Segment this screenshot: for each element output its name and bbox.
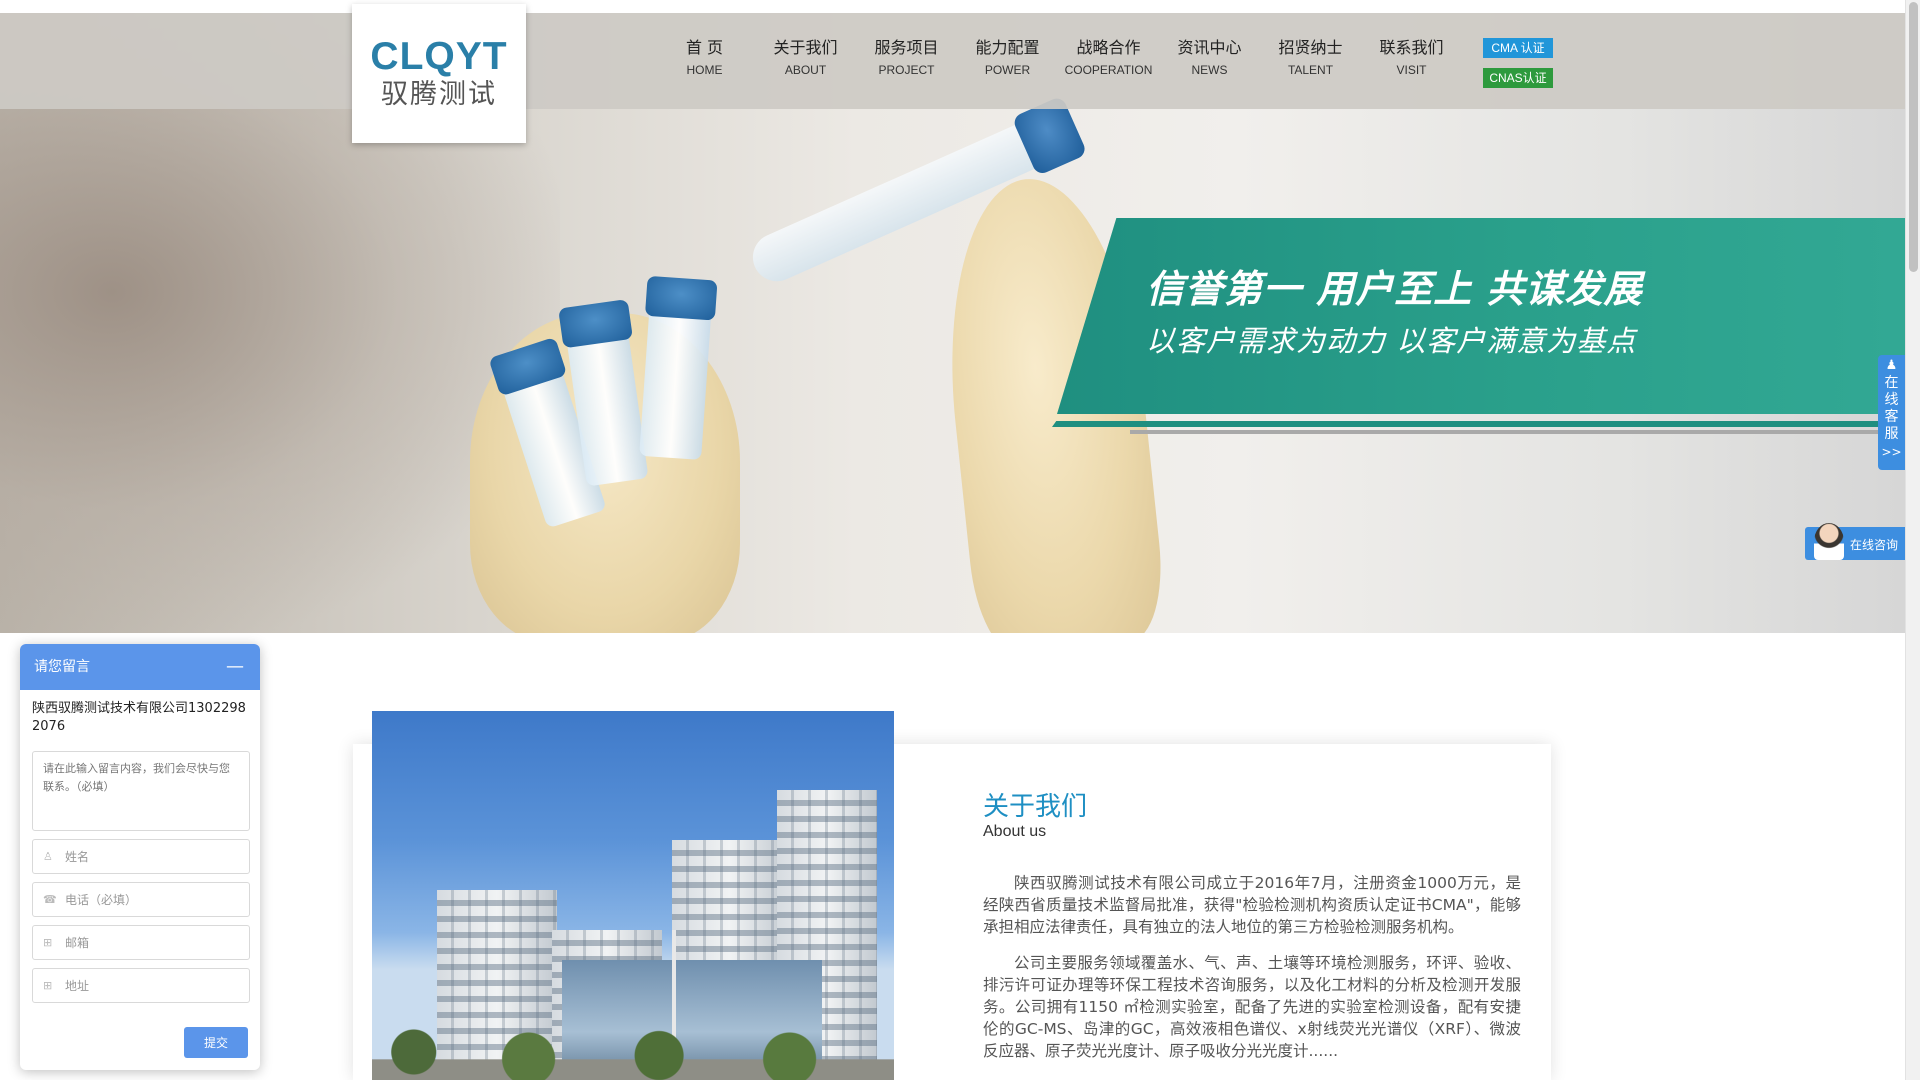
nav-label-cn: 能力配置 <box>975 38 1040 57</box>
address-field-wrap: ⊞ <box>32 968 250 1003</box>
nav-label-cn: 招贤纳士 <box>1278 38 1343 57</box>
people-icon: ♟ <box>1885 358 1898 373</box>
nav-label-cn: 关于我们 <box>773 38 838 57</box>
name-field[interactable] <box>65 840 245 873</box>
nav-label-cn: 联系我们 <box>1379 38 1444 57</box>
nav-label-cn: 服务项目 <box>874 38 939 57</box>
about-subtitle: About us <box>983 823 1047 840</box>
nav-cooperation[interactable]: 战略合作 COOPERATION <box>1058 37 1159 80</box>
nav-label-en: PROJECT <box>878 63 935 77</box>
slogan-underline <box>1052 421 1905 427</box>
logo-cn: 驭腾测试 <box>381 78 497 110</box>
nav-talent[interactable]: 招贤纳士 TALENT <box>1260 37 1361 80</box>
nav-label-en: NEWS <box>1191 63 1228 77</box>
hero-slogan-main: 信誉第一 用户至上 共谋发展 <box>1146 267 1643 311</box>
top-strip <box>0 0 1920 13</box>
phone-field[interactable] <box>65 883 245 916</box>
email-field-wrap: ⊞ <box>32 925 250 960</box>
address-field[interactable] <box>65 969 245 1002</box>
nav-label-en: COOPERATION <box>1064 63 1153 77</box>
hero-slogan-sub: 以客户需求为动力 以客户满意为基点 <box>1146 324 1637 358</box>
online-consult-label: 在线咨询 <box>1850 538 1899 552</box>
online-consult-button[interactable]: 在线咨询 <box>1805 523 1905 560</box>
hero-vial <box>639 275 718 460</box>
message-widget-title: 请您留言 <box>34 659 90 675</box>
nav-label-cn: 资讯中心 <box>1177 38 1242 57</box>
nav-project[interactable]: 服务项目 PROJECT <box>856 37 957 80</box>
nav-label-en: HOME <box>686 63 723 77</box>
cnas-cert-badge[interactable]: CNAS认证 <box>1483 68 1553 88</box>
slogan-underline-grey <box>1130 430 1905 434</box>
message-textarea[interactable] <box>32 751 250 831</box>
slogan-panel <box>1057 218 1905 414</box>
main-nav: 首 页 HOME 关于我们 ABOUT 服务项目 PROJECT 能力配置 PO… <box>654 37 1462 80</box>
nav-about[interactable]: 关于我们 ABOUT <box>755 37 856 80</box>
nav-news[interactable]: 资讯中心 NEWS <box>1159 37 1260 80</box>
about-paragraph-1: 陕西驭腾测试技术有限公司成立于2016年7月，注册资金1000万元，是经陕西省质… <box>983 874 1521 936</box>
about-title: 关于我们 <box>983 792 1088 822</box>
cma-cert-badge[interactable]: CMA 认证 <box>1483 38 1553 58</box>
name-field-wrap: ♙ <box>32 839 250 874</box>
message-widget: 请您留言 — 陕西驭腾测试技术有限公司13022982076 ♙ ☎ ⊞ ⊞ 提… <box>20 644 260 1070</box>
page-scrollbar[interactable] <box>1905 0 1920 1080</box>
minimize-icon[interactable]: — <box>226 644 244 690</box>
about-paragraph-2: 公司主要服务领域覆盖水、气、声、土壤等环境检测服务，环评、验收、排污许可证办理等… <box>983 954 1521 1060</box>
nav-label-cn: 首 页 <box>685 38 724 57</box>
online-service-tab[interactable]: ♟ 在线客服 >> <box>1878 355 1905 470</box>
email-field[interactable] <box>65 926 245 959</box>
phone-icon: ☎ <box>43 893 57 906</box>
nav-home[interactable]: 首 页 HOME <box>654 37 755 80</box>
online-service-label: 在线客服 <box>1884 375 1899 442</box>
grid-icon: ⊞ <box>43 936 53 949</box>
submit-button[interactable]: 提交 <box>184 1027 248 1058</box>
grid-icon: ⊞ <box>43 979 53 992</box>
scrollbar-thumb[interactable] <box>1909 2 1918 272</box>
message-widget-header: 请您留言 — <box>20 644 260 690</box>
nav-label-en: ABOUT <box>784 63 827 77</box>
nav-power[interactable]: 能力配置 POWER <box>957 37 1058 80</box>
nav-label-en: TALENT <box>1287 63 1334 77</box>
site-logo[interactable]: CLQYT 驭腾测试 <box>352 4 526 143</box>
agent-avatar <box>1814 523 1844 560</box>
logo-en: CLQYT <box>370 34 508 78</box>
double-chevron-icon: >> <box>1881 445 1902 459</box>
company-building-photo <box>372 711 894 1080</box>
nav-label-en: VISIT <box>1396 63 1427 77</box>
nav-label-cn: 战略合作 <box>1076 38 1141 57</box>
person-icon: ♙ <box>43 850 53 863</box>
phone-field-wrap: ☎ <box>32 882 250 917</box>
nav-visit[interactable]: 联系我们 VISIT <box>1361 37 1462 80</box>
message-company-info: 陕西驭腾测试技术有限公司13022982076 <box>32 701 246 734</box>
nav-label-en: POWER <box>984 63 1031 77</box>
